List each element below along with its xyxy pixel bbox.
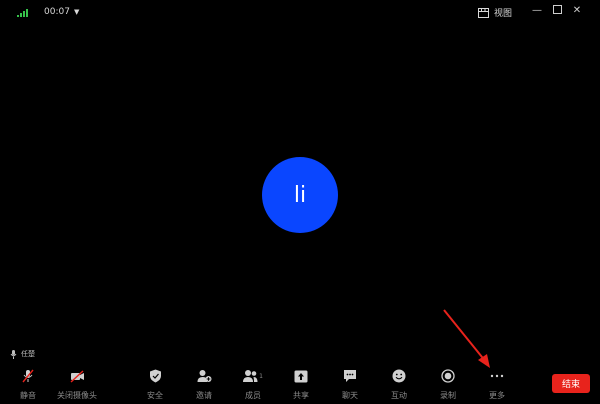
camera-label: 关闭摄像头 [57,391,97,400]
caret-down-icon[interactable]: ▼ [74,8,79,16]
members-icon: 1 [242,368,264,384]
security-label: 安全 [147,391,163,400]
signal-icon [17,9,28,17]
camera-off-icon [69,368,85,384]
record-button[interactable]: 录制 [425,368,471,401]
view-grid-icon [478,7,489,18]
end-meeting-button[interactable]: 结束 [552,374,590,393]
more-dots-icon [489,368,505,384]
close-icon[interactable]: ✕ [570,5,584,16]
speaker-name: 任楚 [21,350,35,358]
avatar-initials: li [293,182,307,208]
security-button[interactable]: 安全 [132,368,178,401]
members-button[interactable]: 1 成员 [230,368,276,401]
chat-icon [342,368,358,384]
add-user-icon [196,368,212,384]
record-icon [440,368,456,384]
record-label: 录制 [440,391,456,400]
more-label: 更多 [489,391,505,400]
share-label: 共享 [293,391,309,400]
meeting-timer: 00:07 [44,7,70,17]
members-count: 1 [259,372,263,380]
invite-button[interactable]: 邀请 [181,368,227,401]
more-button[interactable]: 更多 [474,368,520,401]
microphone-speaking-icon [10,349,17,359]
emoji-icon [391,368,407,384]
meeting-toolbar: 静音 关闭摄像头 安全 邀请 1 成员 共享 聊天 互动 录制 更多 [0,362,600,404]
chat-label: 聊天 [342,391,358,400]
active-speaker: 任楚 [10,349,35,359]
view-button[interactable]: 视图 [478,6,512,19]
invite-label: 邀请 [196,391,212,400]
members-label: 成员 [245,391,261,400]
interact-label: 互动 [391,391,407,400]
share-button[interactable]: 共享 [278,368,324,401]
shield-icon [147,368,163,384]
interact-button[interactable]: 互动 [376,368,422,401]
maximize-icon[interactable] [550,5,564,17]
view-label: 视图 [494,9,513,19]
mute-label: 静音 [20,391,36,400]
share-screen-icon [293,368,309,384]
camera-off-button[interactable]: 关闭摄像头 [54,368,100,401]
mute-button[interactable]: 静音 [5,368,51,401]
title-bar: 00:07 ▼ 视图 — ✕ [0,0,600,26]
minimize-icon[interactable]: — [530,5,544,16]
microphone-muted-icon [20,368,36,384]
chat-button[interactable]: 聊天 [327,368,373,401]
participant-avatar: li [262,157,338,233]
